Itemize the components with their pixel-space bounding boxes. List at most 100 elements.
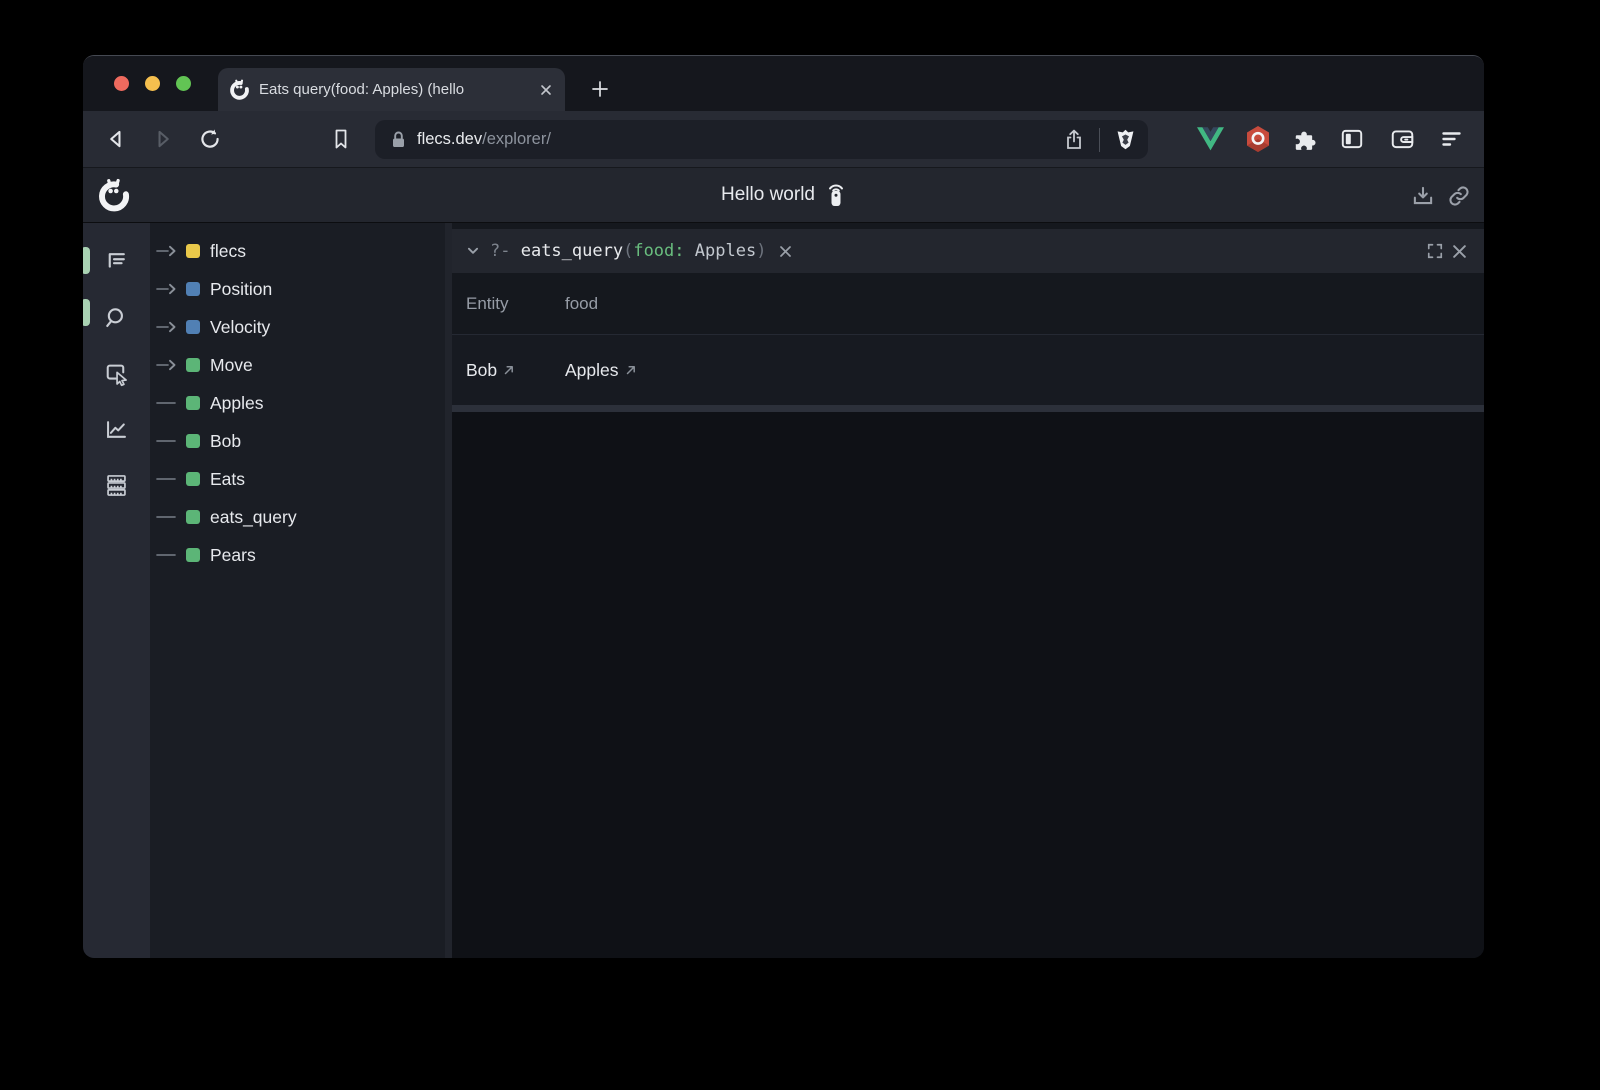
app-title-group: Hello world (721, 182, 846, 208)
connection-remote-icon[interactable] (826, 182, 846, 208)
tree-item-label: Pears (210, 545, 256, 566)
query-panel-empty-area (452, 412, 1484, 958)
panel-resize-handle[interactable] (445, 223, 452, 958)
extensions-puzzle-icon[interactable] (1292, 126, 1318, 152)
tree-active-pill (83, 247, 90, 274)
leaf-dash-icon (155, 396, 181, 410)
tree-item-label: Position (210, 279, 272, 300)
app-header: Hello world (83, 168, 1484, 223)
tree-item-bob[interactable]: Bob (150, 422, 445, 460)
tables-icon[interactable] (102, 470, 132, 500)
table-row: Bob Apples (452, 335, 1484, 405)
tree-item-label: Bob (210, 431, 241, 452)
query-colon: : (674, 241, 694, 261)
close-panel-icon[interactable] (1451, 243, 1468, 260)
column-header-entity: Entity (466, 294, 565, 314)
download-icon[interactable] (1410, 183, 1436, 209)
tree-item-flecs[interactable]: flecs (150, 232, 445, 270)
entity-color-swatch (186, 434, 200, 448)
vue-devtools-icon[interactable] (1197, 127, 1224, 151)
entity-color-swatch (186, 358, 200, 372)
urlbar-divider (1099, 128, 1100, 152)
results-resize-handle[interactable] (452, 405, 1484, 412)
query-name: eats_query (521, 241, 623, 261)
url-text: flecs.dev/explorer/ (417, 130, 1062, 149)
bookmark-icon[interactable] (329, 127, 353, 151)
expand-arrow-icon[interactable] (155, 320, 181, 334)
query-prefix: ?- (490, 241, 521, 261)
reload-icon[interactable] (197, 126, 223, 152)
entity-color-swatch (186, 396, 200, 410)
expand-arrow-icon[interactable] (155, 244, 181, 258)
tree-item-label: Velocity (210, 317, 270, 338)
tree-item-apples[interactable]: Apples (150, 384, 445, 422)
table-header-row: Entity food (452, 273, 1484, 335)
entity-color-swatch (186, 320, 200, 334)
back-icon[interactable] (103, 126, 129, 152)
query-results-table: Entity food Bob Apples (452, 273, 1484, 405)
tree-item-pears[interactable]: Pears (150, 536, 445, 574)
url-bar[interactable]: flecs.dev/explorer/ (375, 120, 1148, 159)
entity-color-swatch (186, 282, 200, 296)
query-expression: ?- eats_query(food: Apples) (490, 241, 766, 261)
tree-view-icon[interactable] (102, 246, 132, 276)
remove-query-icon[interactable] (778, 244, 793, 259)
entity-link-bob[interactable]: Bob (466, 360, 565, 381)
query-term-value: Apples (695, 241, 756, 261)
menu-icon[interactable] (1439, 127, 1464, 151)
leaf-dash-icon (155, 548, 181, 562)
share-icon[interactable] (1062, 128, 1086, 152)
expand-arrow-icon[interactable] (155, 358, 181, 372)
tree-item-label: Eats (210, 469, 245, 490)
inspector-icon[interactable] (102, 358, 132, 388)
tree-item-label: eats_query (210, 507, 297, 528)
tree-item-eats[interactable]: Eats (150, 460, 445, 498)
entity-link-apples[interactable]: Apples (565, 360, 1484, 381)
collapse-chevron-icon[interactable] (462, 240, 484, 262)
column-header-food: food (565, 294, 1484, 314)
url-host: flecs.dev (417, 130, 482, 148)
browser-window: Eats query(food: Apples) (hello (83, 55, 1484, 958)
expand-arrow-icon[interactable] (155, 282, 181, 296)
cell-value: Bob (466, 360, 497, 381)
entity-color-swatch (186, 244, 200, 258)
query-active-pill (83, 299, 90, 326)
url-path: /explorer/ (482, 130, 551, 148)
navigation-bar: flecs.dev/explorer/ (83, 111, 1484, 168)
app-header-actions (1410, 168, 1472, 223)
open-entity-icon (503, 364, 515, 376)
query-panel: ?- eats_query(food: Apples) Entity food (452, 223, 1484, 958)
hexagon-extension-icon[interactable] (1245, 125, 1271, 153)
zoom-window-button[interactable] (176, 76, 191, 91)
leaf-dash-icon (155, 434, 181, 448)
tree-item-eats-query[interactable]: eats_query (150, 498, 445, 536)
cell-value: Apples (565, 360, 619, 381)
query-paren-open: ( (623, 241, 633, 261)
minimize-window-button[interactable] (145, 76, 160, 91)
world-title: Hello world (721, 184, 815, 206)
fullscreen-icon[interactable] (1425, 241, 1445, 261)
tab-bar: Eats query(food: Apples) (hello (83, 56, 1484, 111)
entity-color-swatch (186, 472, 200, 486)
sidebar-panel-icon[interactable] (1339, 126, 1365, 152)
search-icon[interactable] (102, 302, 132, 332)
flecs-logo-icon[interactable] (97, 178, 131, 212)
new-tab-icon[interactable] (585, 74, 615, 104)
wallet-icon[interactable] (1389, 126, 1416, 152)
tree-item-position[interactable]: Position (150, 270, 445, 308)
link-icon[interactable] (1446, 183, 1472, 209)
tab-close-icon[interactable] (539, 83, 553, 97)
open-entity-icon (625, 364, 637, 376)
browser-tab[interactable]: Eats query(food: Apples) (hello (218, 68, 565, 111)
close-window-button[interactable] (114, 76, 129, 91)
forward-icon[interactable] (150, 126, 176, 152)
brave-shield-icon[interactable] (1113, 127, 1138, 152)
panel-sidebar (83, 223, 150, 958)
tree-item-velocity[interactable]: Velocity (150, 308, 445, 346)
tree-item-move[interactable]: Move (150, 346, 445, 384)
stats-icon[interactable] (102, 414, 132, 444)
traffic-lights (114, 56, 191, 111)
leaf-dash-icon (155, 472, 181, 486)
flecs-favicon-icon (229, 79, 250, 100)
entity-color-swatch (186, 548, 200, 562)
